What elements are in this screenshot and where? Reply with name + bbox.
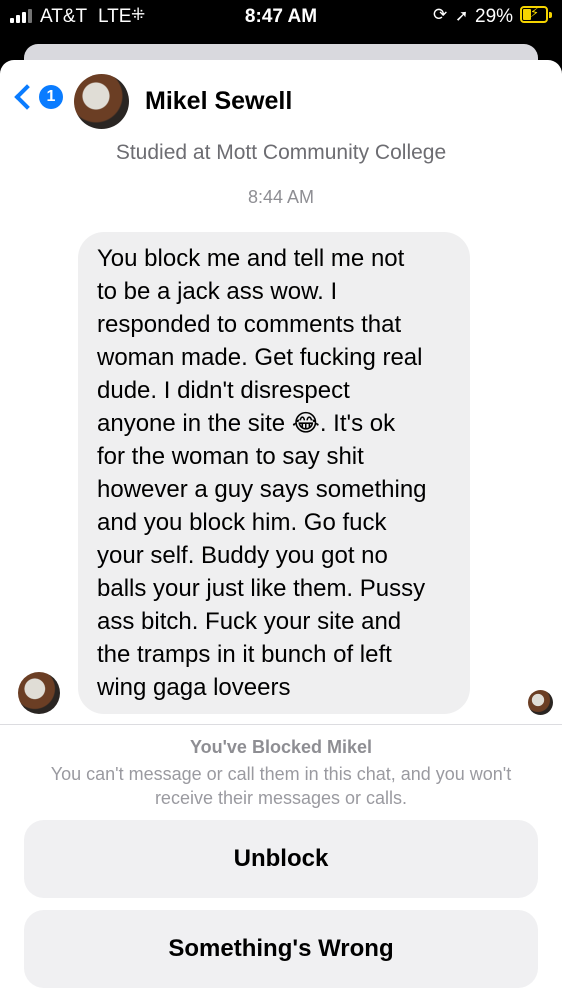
read-receipt-avatar [528, 690, 553, 715]
message-timestamp: 8:44 AM [247, 187, 315, 207]
something-wrong-button[interactable]: Something's Wrong [24, 910, 538, 988]
battery-cap [549, 12, 552, 18]
unblock-button[interactable]: Unblock [24, 820, 538, 898]
message-line: responded to comments that [97, 311, 402, 338]
contact-name[interactable]: Mikel Sewell [145, 87, 292, 116]
message-line: wing gaga loveers [97, 674, 291, 701]
chevron-left-icon [14, 84, 40, 110]
message-line: anyone in the site 😂. It's ok [97, 410, 396, 437]
message-line: woman made. Get fucking real [97, 344, 423, 371]
message-line: your self. Buddy you got no [97, 542, 388, 569]
unread-count-badge: 1 [39, 85, 63, 109]
sender-avatar[interactable] [18, 672, 60, 714]
message-line: and you block him. Go fuck [97, 509, 387, 536]
blocked-notice-title: You've Blocked Mikel [189, 737, 372, 757]
message-line: ass bitch. Fuck your site and [97, 608, 402, 635]
divider [0, 724, 562, 725]
message-line: dude. I didn't disrespect [97, 377, 350, 404]
battery-icon: ⚡ [520, 5, 548, 23]
message-line: however a guy says something [97, 476, 427, 503]
blocked-notice-description: You can't message or call them in this c… [50, 764, 512, 808]
contact-subtitle: Studied at Mott Community College [115, 141, 447, 164]
message-line: to be a jack ass wow. I [97, 278, 338, 305]
message-line: the tramps in it bunch of left [97, 641, 392, 668]
contact-avatar[interactable] [74, 74, 129, 129]
location-arrow-icon: ➚ [455, 8, 469, 25]
rotation-lock-icon: ⟳ [433, 5, 448, 24]
back-button[interactable]: 1 [12, 84, 63, 110]
battery-percentage: 29% [475, 6, 514, 27]
status-bar: AT&T LTE ⁜ 8:47 AM ⟳ ➚ 29% ⚡ [0, 0, 562, 34]
message-line: for the woman to say shit [97, 443, 364, 470]
message-bubble[interactable]: You block me and tell me not to be a jac… [78, 232, 470, 714]
message-line: You block me and tell me not [97, 245, 405, 272]
screen: AT&T LTE ⁜ 8:47 AM ⟳ ➚ 29% ⚡ 1 Mikel Sew… [0, 0, 562, 1000]
message-line: balls your just like them. Pussy [97, 575, 426, 602]
